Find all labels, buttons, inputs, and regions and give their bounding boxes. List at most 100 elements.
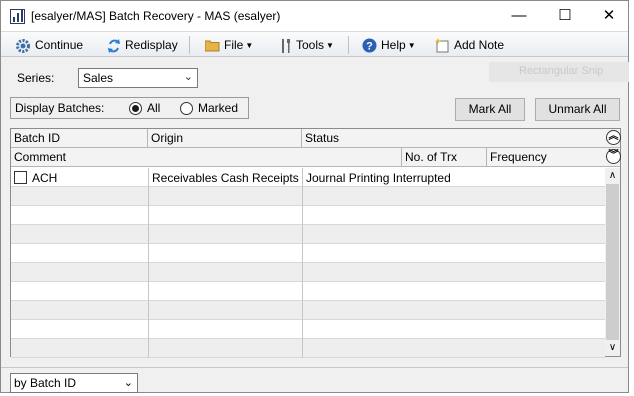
table-cell xyxy=(148,225,303,244)
sort-value: by Batch ID xyxy=(14,376,77,390)
table-row[interactable] xyxy=(11,225,605,244)
divider xyxy=(1,367,628,368)
table-cell xyxy=(11,320,149,339)
minimize-button[interactable]: — xyxy=(496,1,542,31)
window-title: [esalyer/MAS] Batch Recovery - MAS (esal… xyxy=(31,9,281,23)
batch-recovery-window: [esalyer/MAS] Batch Recovery - MAS (esal… xyxy=(0,0,629,393)
display-batches-label: Display Batches: xyxy=(15,101,105,115)
table-cell xyxy=(302,301,605,320)
scrollbar-thumb[interactable] xyxy=(606,184,619,340)
bar-chart-icon xyxy=(10,9,25,24)
table-cell xyxy=(302,282,605,301)
chevron-down-icon: ▼ xyxy=(245,41,254,50)
chevron-down-icon: ▼ xyxy=(407,41,416,50)
rectangular-snip-overlay: Rectangular Snip xyxy=(489,62,629,82)
gear-icon xyxy=(16,38,30,53)
table-cell xyxy=(148,187,303,206)
title-bar: [esalyer/MAS] Batch Recovery - MAS (esal… xyxy=(1,1,628,31)
table-cell xyxy=(148,263,303,282)
toolbar-separator xyxy=(189,36,190,54)
continue-button[interactable]: Continue xyxy=(15,35,83,55)
display-batches-group: Display Batches: All Marked xyxy=(10,97,249,119)
radio-all[interactable] xyxy=(129,102,142,115)
column-header-status[interactable]: Status xyxy=(302,129,605,148)
tools-label: Tools xyxy=(296,38,325,52)
table-cell xyxy=(148,282,303,301)
note-icon xyxy=(435,38,449,53)
help-icon: ? xyxy=(362,38,377,53)
table-row[interactable] xyxy=(11,301,605,320)
table-row[interactable] xyxy=(11,187,605,206)
sort-dropdown[interactable]: by Batch ID ⌄ xyxy=(10,373,138,393)
table-cell xyxy=(11,225,149,244)
table-cell xyxy=(148,301,303,320)
table-row[interactable] xyxy=(11,244,605,263)
collapse-rows-icon[interactable]: ︽ xyxy=(606,130,621,145)
maximize-button[interactable]: ☐ xyxy=(542,1,588,31)
column-header-comment[interactable]: Comment xyxy=(11,148,402,167)
table-cell xyxy=(302,187,605,206)
origin-cell: Receivables Cash Receipts xyxy=(152,171,299,185)
svg-text:?: ? xyxy=(366,41,373,53)
toolbar: Continue Redisplay File ▼ Tools ▼ ? Help… xyxy=(1,31,628,57)
series-label: Series: xyxy=(17,71,55,85)
mark-checkbox[interactable] xyxy=(14,171,27,184)
table-row[interactable] xyxy=(11,282,605,301)
table-row[interactable] xyxy=(11,263,605,282)
table-row[interactable] xyxy=(11,320,605,339)
toolbar-separator xyxy=(348,36,349,54)
unmark-all-button[interactable]: Unmark All xyxy=(535,98,620,121)
redisplay-label: Redisplay xyxy=(125,38,178,52)
folder-icon xyxy=(205,40,220,52)
tools-menu[interactable]: Tools ▼ xyxy=(280,35,334,55)
mark-all-button[interactable]: Mark All xyxy=(455,98,525,121)
close-button[interactable]: ✕ xyxy=(586,1,632,31)
grid-header-row-1: Batch ID Origin Status ︽ xyxy=(11,129,621,148)
column-header-origin[interactable]: Origin xyxy=(148,129,302,148)
scroll-up-icon[interactable]: ∧ xyxy=(605,168,620,183)
table-cell xyxy=(11,282,149,301)
series-dropdown[interactable]: Sales ⌄ xyxy=(78,68,198,88)
radio-marked[interactable] xyxy=(180,102,193,115)
column-header-batch-id[interactable]: Batch ID xyxy=(11,129,148,148)
column-header-no-of-trx[interactable]: No. of Trx xyxy=(402,148,487,167)
table-cell xyxy=(302,339,605,358)
table-cell xyxy=(11,187,149,206)
file-label: File xyxy=(224,38,244,52)
table-cell xyxy=(148,339,303,358)
table-row[interactable] xyxy=(11,206,605,225)
help-label: Help xyxy=(381,38,406,52)
chevron-down-icon: ⌄ xyxy=(123,377,133,389)
batch-id-cell: ACH xyxy=(32,171,58,185)
add-note-label: Add Note xyxy=(454,38,505,52)
chevron-down-icon: ⌄ xyxy=(183,71,193,83)
vertical-scrollbar[interactable]: ∧ ∨ xyxy=(605,168,620,356)
add-note-button[interactable]: Add Note xyxy=(435,35,504,55)
table-cell xyxy=(302,320,605,339)
column-header-frequency[interactable]: Frequency xyxy=(487,148,605,167)
radio-all-label: All xyxy=(147,101,161,115)
help-menu[interactable]: ? Help ▼ xyxy=(362,35,416,55)
table-cell xyxy=(148,244,303,263)
redisplay-button[interactable]: Redisplay xyxy=(107,35,178,55)
refresh-icon xyxy=(108,38,120,53)
radio-marked-label: Marked xyxy=(198,101,239,115)
table-cell xyxy=(302,244,605,263)
wrench-icon xyxy=(282,38,290,53)
file-menu[interactable]: File ▼ xyxy=(205,35,253,55)
table-cell xyxy=(11,263,149,282)
table-cell xyxy=(148,320,303,339)
table-cell xyxy=(302,225,605,244)
table-cell xyxy=(302,263,605,282)
table-cell xyxy=(11,244,149,263)
grid-header-row-2: Comment No. of Trx Frequency ︾ xyxy=(11,148,621,167)
scroll-down-icon[interactable]: ∨ xyxy=(605,340,620,355)
expand-rows-icon[interactable]: ︾ xyxy=(606,149,621,164)
table-cell xyxy=(11,206,149,225)
continue-label: Continue xyxy=(35,38,84,52)
status-cell: Journal Printing Interrupted xyxy=(306,171,451,185)
table-row[interactable]: ACH Receivables Cash Receipts Journal Prin… xyxy=(11,168,605,187)
table-row[interactable] xyxy=(11,339,605,358)
series-value: Sales xyxy=(83,71,114,85)
batch-grid: Batch ID Origin Status ︽ Comment No. of … xyxy=(10,128,621,358)
